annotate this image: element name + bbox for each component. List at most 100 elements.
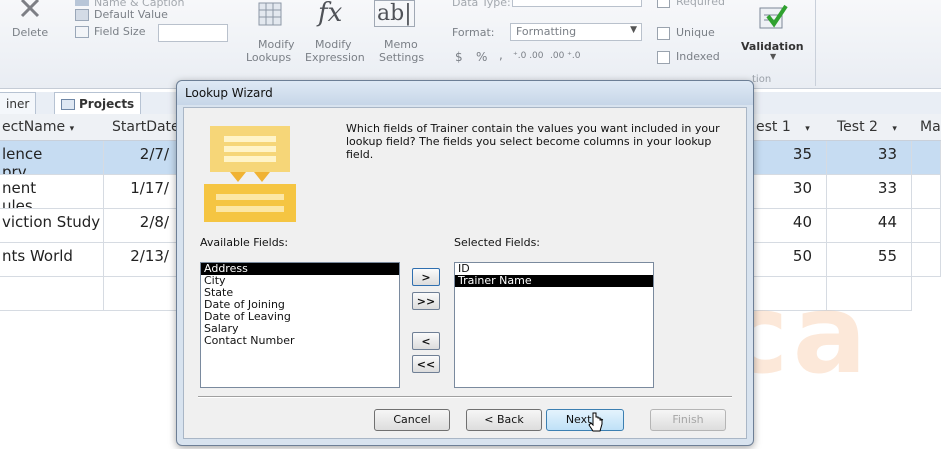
table-cell[interactable]: 2/13/ — [104, 243, 184, 277]
column-header-test1[interactable]: est 1 ▾ — [752, 114, 829, 141]
table-cell[interactable]: viction Study — [0, 209, 104, 243]
available-fields-list[interactable]: Address City State Date of Joining Date … — [200, 262, 400, 388]
new-record-row[interactable] — [104, 277, 184, 311]
table-cell[interactable]: 2/8/ — [104, 209, 184, 243]
cell-text: 2/8/ — [139, 213, 169, 231]
selected-fields-label: Selected Fields: — [454, 236, 541, 249]
list-item[interactable]: Address — [201, 263, 399, 275]
required-checkbox[interactable] — [657, 0, 670, 8]
column-header-test2[interactable]: Test 2 ▾ — [827, 114, 920, 141]
field-size-input[interactable] — [158, 24, 228, 42]
chevron-down-icon[interactable]: ▾ — [805, 124, 810, 134]
decrease-decimals-button[interactable]: .00 ⁺.0 — [550, 51, 581, 61]
comma-button[interactable]: , — [499, 48, 503, 62]
table-cell[interactable]: 35 — [752, 141, 827, 175]
field-size-label: Field Size — [94, 25, 146, 38]
format-value: Formatting — [516, 25, 577, 38]
field-size-icon — [75, 26, 89, 38]
table-cell[interactable]: nts World — [0, 243, 104, 277]
cancel-button[interactable]: Cancel — [374, 409, 450, 431]
validation-icon — [758, 2, 788, 32]
cell-text: 2/13/ — [130, 247, 169, 265]
table-cell[interactable]: nent ules — [0, 175, 104, 209]
modify-lookups-line2[interactable]: Lookups — [246, 51, 291, 64]
tab-projects[interactable]: Projects — [54, 92, 142, 115]
column-header-more[interactable]: Ma — [912, 114, 941, 141]
table-cell[interactable] — [912, 175, 941, 209]
table-cell[interactable]: 44 — [827, 209, 912, 243]
modify-lookups-icon — [258, 2, 282, 26]
wizard-illustration-icon — [204, 126, 296, 222]
tab-projects-label: Projects — [79, 97, 135, 111]
cell-text: viction Study — [2, 213, 101, 231]
format-label: Format: — [452, 26, 495, 39]
indexed-checkbox[interactable] — [657, 51, 670, 64]
table-cell[interactable]: 33 — [827, 175, 912, 209]
cell-text: nts World — [2, 247, 73, 265]
default-value-button[interactable]: Default Value — [94, 8, 168, 21]
indexed-label: Indexed — [676, 50, 720, 63]
chevron-down-icon[interactable]: ▾ — [892, 124, 897, 134]
cell-text: 33 — [877, 179, 897, 197]
move-one-button[interactable]: > — [412, 268, 440, 286]
memo-settings-line2[interactable]: Settings — [379, 51, 424, 64]
increase-decimals-button[interactable]: ⁺.0 .00 — [513, 51, 544, 61]
data-type-label: Data Type: — [452, 0, 511, 9]
required-label: Required — [676, 0, 725, 8]
cell-text: 30 — [792, 179, 812, 197]
column-header-label: Test 2 — [837, 119, 878, 135]
modify-expression-line2[interactable]: Expression — [305, 51, 365, 64]
cell-text: prv — [2, 163, 27, 175]
remove-all-button[interactable]: << — [412, 355, 440, 373]
back-button[interactable]: < Back — [466, 409, 542, 431]
finish-button[interactable]: Finish — [650, 409, 726, 431]
cell-text: 1/17/ — [130, 179, 169, 197]
dialog-client: Which fields of Trainer contain the valu… — [183, 107, 747, 439]
memo-icon: ab| — [374, 0, 415, 27]
cell-text: 55 — [877, 247, 897, 265]
table-cell[interactable] — [912, 209, 941, 243]
list-item[interactable]: Trainer Name — [455, 275, 653, 287]
cell-text: 35 — [792, 145, 812, 163]
table-cell[interactable]: 40 — [752, 209, 827, 243]
remove-one-button[interactable]: < — [412, 332, 440, 350]
table-cell[interactable]: 30 — [752, 175, 827, 209]
cell-text: nent — [2, 179, 37, 197]
chevron-down-icon: ▼ — [630, 25, 637, 35]
data-type-select[interactable] — [512, 0, 642, 7]
next-button[interactable]: Next > — [546, 409, 624, 431]
table-cell[interactable] — [912, 141, 941, 175]
table-cell[interactable]: 2/7/ — [104, 141, 184, 175]
unique-checkbox[interactable] — [657, 27, 670, 40]
delete-button[interactable]: Delete — [12, 26, 48, 39]
delete-icon[interactable] — [18, 0, 42, 18]
cell-text: 50 — [792, 247, 812, 265]
move-all-button[interactable]: >> — [412, 292, 440, 310]
memo-settings-line1[interactable]: Memo — [384, 38, 418, 51]
tab-trainer[interactable]: iner — [0, 92, 37, 115]
selected-fields-list[interactable]: ID Trainer Name — [454, 262, 654, 388]
name-caption-icon — [75, 0, 89, 6]
wizard-question: Which fields of Trainer contain the valu… — [346, 122, 720, 161]
percent-button[interactable]: % — [476, 50, 487, 64]
chevron-down-icon[interactable]: ▾ — [70, 124, 75, 134]
column-header-label: est 1 — [756, 119, 791, 135]
table-icon — [61, 99, 75, 110]
cell-text: lence — [2, 145, 43, 163]
currency-button[interactable]: $ — [455, 50, 463, 64]
column-header-projectname[interactable]: ectName ▾ — [0, 114, 105, 141]
table-cell[interactable] — [912, 243, 941, 277]
divider — [198, 396, 732, 398]
column-header-label: Ma — [920, 119, 941, 135]
modify-lookups-line1[interactable]: Modify — [258, 38, 294, 51]
modify-expression-line1[interactable]: Modify — [315, 38, 351, 51]
table-cell[interactable]: 33 — [827, 141, 912, 175]
format-select[interactable]: Formatting ▼ — [510, 23, 642, 41]
cell-text: 44 — [877, 213, 897, 231]
new-record-row[interactable] — [0, 277, 104, 311]
table-cell[interactable]: lence prv — [0, 141, 104, 175]
dialog-titlebar[interactable]: Lookup Wizard — [177, 81, 753, 105]
dialog-title: Lookup Wizard — [185, 86, 273, 100]
list-item[interactable]: Contact Number — [201, 335, 399, 347]
table-cell[interactable]: 1/17/ — [104, 175, 184, 209]
